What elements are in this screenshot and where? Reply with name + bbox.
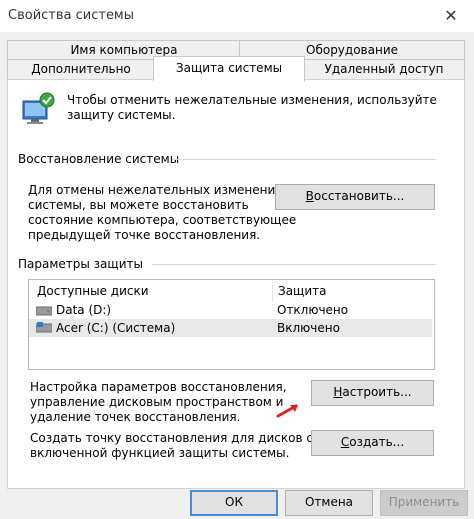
- restore-desc-2: системы, вы можете восстановить: [28, 198, 249, 212]
- protection-heading: Параметры защиты: [18, 257, 143, 271]
- create-button[interactable]: Создать...: [311, 430, 434, 456]
- restore-desc-3: состояние компьютера, соответствующее: [28, 213, 297, 227]
- protection-divider: [152, 264, 436, 265]
- tab-label: Защита системы: [175, 61, 283, 75]
- arrow-icon: [276, 402, 300, 421]
- ok-button[interactable]: ОК: [190, 490, 278, 516]
- configure-desc-1: Настройка параметров восстановления,: [30, 380, 287, 394]
- intro-text-2: защиту системы.: [67, 108, 176, 122]
- restore-divider: [172, 159, 436, 160]
- system-protection-icon: [20, 91, 56, 127]
- column-header-drives[interactable]: Доступные диски: [37, 284, 149, 298]
- restore-desc-1: Для отмены нежелательных изменений: [28, 183, 284, 197]
- configure-desc-2: управление дисковым пространством и: [30, 395, 284, 409]
- tab-label: Имя компьютера: [70, 43, 178, 57]
- button-label: осстановить...: [313, 189, 405, 203]
- drive-status: Отключено: [277, 303, 349, 317]
- apply-button[interactable]: Применить: [380, 490, 468, 516]
- tab-label: Оборудование: [306, 43, 398, 57]
- column-header-protection[interactable]: Защита: [278, 284, 327, 298]
- tab-advanced[interactable]: Дополнительно: [7, 59, 155, 80]
- button-label: астроить...: [342, 385, 412, 399]
- access-key: С: [340, 435, 350, 449]
- create-desc-2: включенной функцией защиты системы.: [30, 446, 290, 460]
- restore-button[interactable]: Восстановить...: [275, 184, 435, 210]
- drive-name: Data (D:): [56, 303, 112, 317]
- tab-label: Дополнительно: [31, 62, 131, 76]
- system-drive-icon: [35, 322, 53, 337]
- access-key: В: [305, 189, 314, 203]
- restore-heading: Восстановление системы: [18, 152, 180, 166]
- button-label: оздать...: [349, 435, 405, 449]
- drive-icon: [35, 305, 53, 320]
- intro-text-1: Чтобы отменить нежелательные изменения, …: [67, 93, 437, 107]
- configure-desc-3: удаление точек восстановления.: [30, 410, 241, 424]
- configure-button[interactable]: Настроить...: [311, 380, 434, 406]
- restore-desc-4: предыдущей точке восстановления.: [28, 228, 261, 242]
- create-desc-1: Создать точку восстановления для дисков …: [30, 431, 313, 445]
- close-icon[interactable]: ✕: [440, 6, 462, 26]
- tab-system-protection[interactable]: Защита системы: [153, 56, 305, 82]
- drive-status: Включено: [277, 321, 340, 335]
- cancel-button[interactable]: Отмена: [285, 490, 373, 516]
- tab-label: Удаленный доступ: [324, 62, 444, 76]
- drive-name: Acer (C:) (Система): [56, 321, 176, 335]
- window-title: Свойства системы: [8, 8, 135, 23]
- column-separator[interactable]: [272, 282, 273, 302]
- tab-remote[interactable]: Удаленный доступ: [303, 59, 465, 80]
